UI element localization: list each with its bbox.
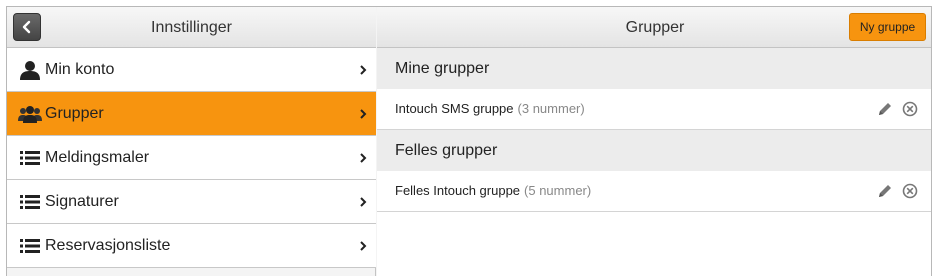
groups-panel: Grupper Ny gruppe Mine grupper Intouch S…: [377, 7, 931, 276]
back-button[interactable]: [13, 13, 41, 41]
sidebar-item-grupper[interactable]: Grupper: [7, 92, 376, 136]
group-count: (3 nummer): [517, 101, 585, 116]
chevron-right-icon: [360, 197, 367, 207]
sidebar-item-label: Reservasjonsliste: [45, 237, 171, 254]
person-icon: [18, 60, 42, 80]
settings-menu: Min konto Grupper Meldingsmaler Signatur…: [7, 48, 376, 268]
remove-circle-icon[interactable]: [902, 101, 918, 117]
group-name-wrapper: Felles Intouch gruppe (5 nummer): [395, 171, 591, 211]
group-name: Intouch SMS gruppe: [395, 101, 514, 116]
chevron-right-icon: [360, 109, 367, 119]
section-header-felles-grupper: Felles grupper: [377, 130, 931, 171]
group-icon: [18, 104, 42, 124]
chevron-right-icon: [360, 153, 367, 163]
pencil-icon[interactable]: [877, 101, 893, 117]
chevron-right-icon: [360, 241, 367, 251]
section-header-mine-grupper: Mine grupper: [377, 48, 931, 89]
group-row[interactable]: Intouch SMS gruppe (3 nummer): [377, 89, 931, 130]
list-icon: [18, 236, 42, 256]
remove-circle-icon[interactable]: [902, 183, 918, 199]
sidebar-item-meldingsmaler[interactable]: Meldingsmaler: [7, 136, 376, 180]
list-icon: [18, 148, 42, 168]
groups-header: Grupper Ny gruppe: [377, 7, 931, 48]
sidebar-item-signaturer[interactable]: Signaturer: [7, 180, 376, 224]
sidebar-item-min-konto[interactable]: Min konto: [7, 48, 376, 92]
sidebar-item-label: Signaturer: [45, 193, 119, 210]
group-row[interactable]: Felles Intouch gruppe (5 nummer): [377, 171, 931, 212]
sidebar-item-reservasjonsliste[interactable]: Reservasjonsliste: [7, 224, 376, 268]
chevron-left-icon: [22, 20, 31, 34]
new-group-button[interactable]: Ny gruppe: [849, 13, 926, 41]
sidebar-item-label: Grupper: [45, 105, 104, 122]
sidebar-header: Innstillinger: [7, 7, 376, 48]
pencil-icon[interactable]: [877, 183, 893, 199]
app-frame: Innstillinger Min konto Grupper Meldings…: [6, 6, 932, 276]
group-count: (5 nummer): [524, 183, 592, 198]
list-icon: [18, 192, 42, 212]
group-name-wrapper: Intouch SMS gruppe (3 nummer): [395, 89, 585, 129]
settings-sidebar: Innstillinger Min konto Grupper Meldings…: [7, 7, 376, 276]
chevron-right-icon: [360, 65, 367, 75]
sidebar-item-label: Meldingsmaler: [45, 149, 150, 166]
sidebar-item-label: Min konto: [45, 61, 115, 78]
group-name: Felles Intouch gruppe: [395, 183, 521, 198]
sidebar-title: Innstillinger: [151, 19, 232, 36]
